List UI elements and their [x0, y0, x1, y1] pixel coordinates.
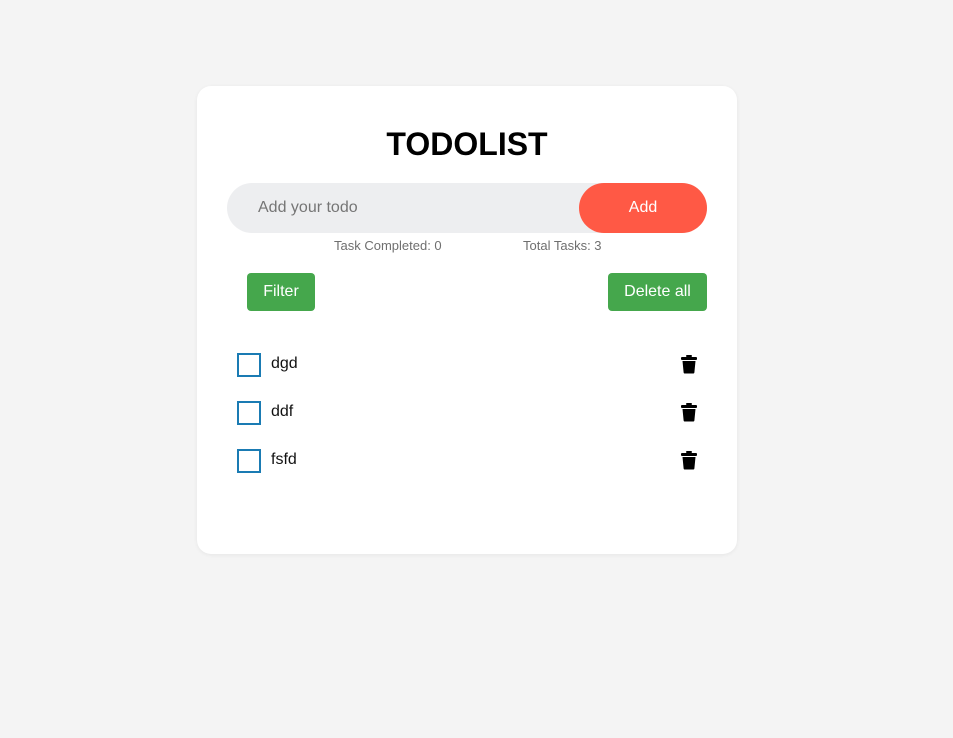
delete-all-button[interactable]: Delete all — [608, 273, 707, 311]
trash-icon[interactable] — [679, 450, 699, 470]
trash-icon[interactable] — [679, 402, 699, 422]
filter-button[interactable]: Filter — [247, 273, 315, 311]
todo-item: dgd — [237, 352, 707, 400]
todo-input[interactable] — [227, 183, 577, 233]
todo-text: dgd — [271, 355, 298, 372]
todo-text: ddf — [271, 403, 294, 420]
todo-card: TODOLIST Add Task Completed: 0 Total Tas… — [197, 86, 737, 554]
todo-input-row: Add — [227, 183, 707, 233]
todo-item: ddf — [237, 400, 707, 448]
todo-checkbox[interactable] — [237, 353, 261, 377]
page-title: TODOLIST — [386, 126, 548, 162]
trash-icon[interactable] — [679, 354, 699, 374]
todo-checkbox[interactable] — [237, 401, 261, 425]
todo-checkbox[interactable] — [237, 449, 261, 473]
todo-list: dgd ddf fsfd — [237, 352, 707, 496]
add-button[interactable]: Add — [579, 183, 707, 233]
todo-item: fsfd — [237, 448, 707, 496]
task-completed-count: Task Completed: 0 — [334, 238, 442, 253]
total-tasks-count: Total Tasks: 3 — [523, 238, 602, 253]
todo-text: fsfd — [271, 451, 297, 468]
